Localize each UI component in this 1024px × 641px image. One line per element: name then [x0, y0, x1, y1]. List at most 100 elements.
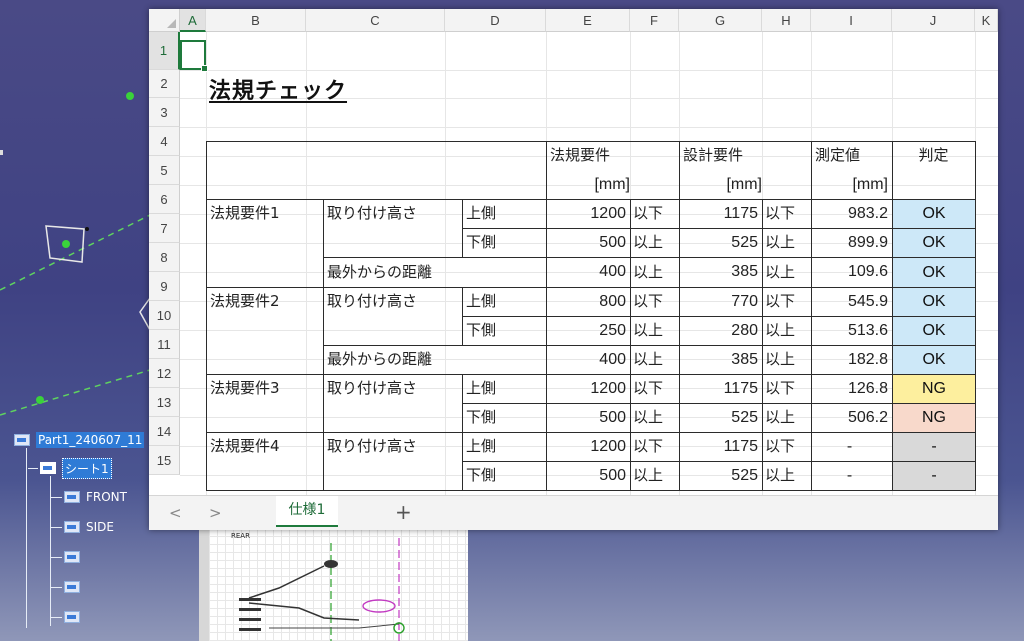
design-condition: 以上: [765, 350, 796, 368]
side-label: 下側: [466, 408, 497, 426]
column-header-b[interactable]: B: [206, 9, 306, 32]
table-border: [975, 141, 976, 491]
row-header-9[interactable]: 9: [149, 272, 180, 301]
item-label: 取り付け高さ: [327, 292, 418, 310]
column-header-c[interactable]: C: [306, 9, 445, 32]
view-icon: [64, 611, 80, 623]
design-condition: 以下: [765, 292, 796, 310]
view-icon: [64, 521, 80, 533]
header-measured: 測定値: [815, 146, 861, 164]
measured-value: 182.8: [847, 351, 888, 368]
column-header-a[interactable]: A: [180, 9, 206, 32]
law-value: 500: [599, 409, 626, 426]
tab-sheet1[interactable]: 仕様1: [276, 496, 338, 527]
side-label: 上側: [466, 379, 497, 397]
design-value: 525: [731, 409, 758, 426]
measured-value: 506.2: [847, 409, 888, 426]
tree-view-front[interactable]: FRONT: [50, 487, 127, 507]
table-border: [462, 257, 976, 258]
table-border: [462, 228, 976, 229]
row-header-7[interactable]: 7: [149, 214, 180, 243]
column-header-h[interactable]: H: [762, 9, 811, 32]
axis-line: [0, 369, 151, 416]
group-label: 法規要件4: [210, 437, 280, 455]
design-value: 1175: [723, 380, 758, 397]
table-border: [462, 403, 976, 404]
measured-value: 545.9: [847, 293, 888, 310]
row-header-1[interactable]: 1: [149, 32, 180, 70]
measured-value: -: [846, 467, 853, 484]
table-border: [323, 374, 463, 375]
row-header-8[interactable]: 8: [149, 243, 180, 272]
table-border: [546, 141, 547, 491]
table-border: [630, 199, 631, 491]
law-condition: 以下: [633, 437, 664, 455]
table-border: [323, 287, 463, 288]
table-border: [462, 432, 463, 491]
item-label: 最外からの距離: [327, 350, 433, 368]
tree-view[interactable]: [50, 607, 86, 627]
row-header-15[interactable]: 15: [149, 446, 180, 475]
add-sheet-button[interactable]: +: [395, 500, 412, 524]
sheet-title: 法規チェック: [209, 79, 348, 104]
row-header-14[interactable]: 14: [149, 417, 180, 446]
tree-sheet-label: シート1: [62, 457, 112, 479]
result-cell: OK: [893, 258, 975, 287]
table-border: [206, 141, 207, 491]
tree-root[interactable]: Part1_240607_11: [14, 430, 145, 450]
design-condition: 以上: [765, 466, 796, 484]
law-condition: 以下: [633, 379, 664, 397]
next-sheet-button[interactable]: >: [209, 504, 222, 522]
drawing-sheet[interactable]: REAR: [199, 528, 468, 641]
law-value: 1200: [590, 205, 626, 222]
row-header-2[interactable]: 2: [149, 70, 180, 98]
law-condition: 以上: [633, 233, 664, 251]
column-header-d[interactable]: D: [445, 9, 546, 32]
row-header-11[interactable]: 11: [149, 330, 180, 359]
result-cell: OK: [893, 200, 975, 228]
table-border: [206, 374, 976, 375]
view-icon: [64, 551, 80, 563]
tree-view[interactable]: [50, 547, 86, 567]
design-condition: 以下: [765, 204, 796, 222]
design-condition: 以上: [765, 321, 796, 339]
column-header-k[interactable]: K: [975, 9, 998, 32]
row-header-12[interactable]: 12: [149, 359, 180, 388]
column-header-j[interactable]: J: [892, 9, 975, 32]
tree-view-side[interactable]: SIDE: [50, 517, 114, 537]
row-header-6[interactable]: 6: [149, 185, 180, 214]
drawing-geometry: [239, 538, 405, 641]
law-condition: 以下: [633, 292, 664, 310]
gridline: [180, 70, 998, 71]
column-header-f[interactable]: F: [630, 9, 679, 32]
view-icon: [64, 581, 80, 593]
row-header-3[interactable]: 3: [149, 98, 180, 127]
column-header-i[interactable]: I: [811, 9, 892, 32]
table-border: [462, 287, 463, 346]
active-cell[interactable]: [180, 40, 208, 72]
header-judge: 判定: [918, 146, 949, 164]
table-border: [462, 199, 463, 258]
design-value: 385: [731, 351, 758, 368]
axis-line: [0, 214, 151, 291]
column-header-e[interactable]: E: [546, 9, 630, 32]
point-marker: [126, 92, 134, 100]
table-border: [462, 345, 976, 346]
measured-value: 109.6: [847, 263, 888, 280]
tree-view[interactable]: [50, 577, 86, 597]
side-label: 下側: [466, 321, 497, 339]
row-header-5[interactable]: 5: [149, 156, 180, 185]
row-header-4[interactable]: 4: [149, 127, 180, 156]
select-all-corner[interactable]: [149, 9, 180, 32]
column-header-g[interactable]: G: [679, 9, 762, 32]
tree-sheet[interactable]: シート1: [28, 457, 112, 479]
row-header-10[interactable]: 10: [149, 301, 180, 330]
law-condition: 以上: [633, 466, 664, 484]
group-label: 法規要件2: [210, 292, 280, 310]
law-value: 800: [599, 293, 626, 310]
law-value: 500: [599, 234, 626, 251]
spreadsheet-window[interactable]: ABCDEFGHIJK 1 2 3 4 5 6 7 8 9 10 11 12 13 14 15 法規チェック…: [149, 9, 998, 530]
sheet-icon: [40, 462, 56, 474]
prev-sheet-button[interactable]: <: [169, 504, 182, 522]
row-header-13[interactable]: 13: [149, 388, 180, 417]
